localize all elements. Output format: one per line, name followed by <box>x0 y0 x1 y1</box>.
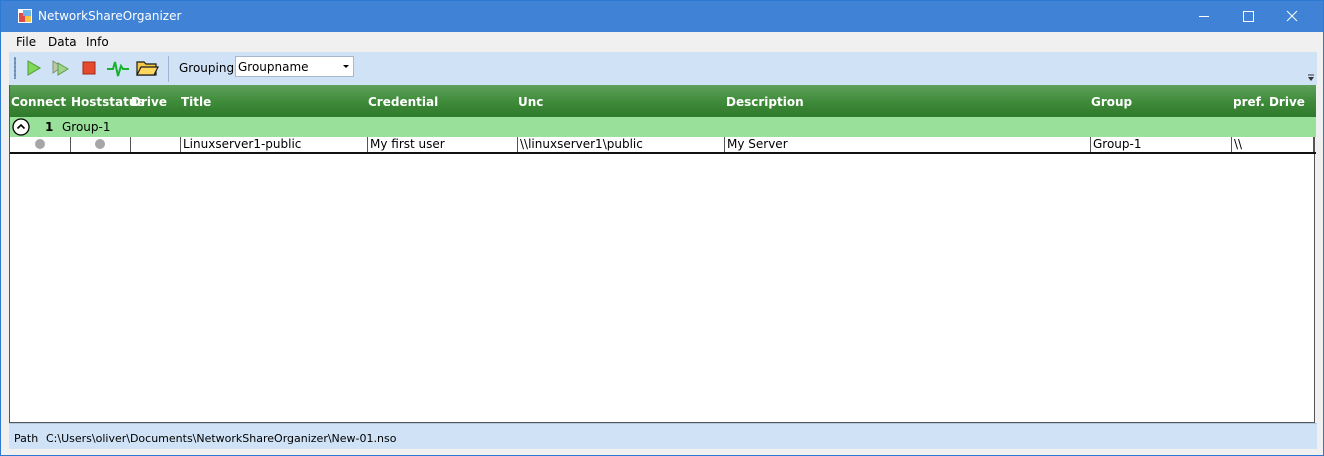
cell-credential[interactable]: My first user <box>368 137 518 152</box>
column-header-pref-drive[interactable]: pref. Drive <box>1233 95 1305 109</box>
menu-data[interactable]: Data <box>48 35 77 49</box>
toolbar: Grouping Groupname <box>9 52 1317 85</box>
column-header-connect[interactable]: Connect <box>11 95 66 109</box>
toolbar-overflow-icon[interactable] <box>1307 74 1315 82</box>
cell-group[interactable]: Group-1 <box>1091 137 1232 152</box>
app-window: NetworkShareOrganizer File Data Info Gro… <box>0 0 1324 456</box>
grouping-select[interactable]: Groupname <box>235 56 354 77</box>
cell-unc[interactable]: \\linuxserver1\public <box>518 137 725 152</box>
grouping-label: Grouping <box>179 61 235 75</box>
close-icon[interactable] <box>1269 1 1315 32</box>
column-header-description[interactable]: Description <box>726 95 804 109</box>
app-icon <box>18 9 32 23</box>
connections-grid: Connect Hoststatus Drive Title Credentia… <box>9 85 1316 423</box>
cell-drive[interactable] <box>131 137 181 152</box>
stop-icon[interactable] <box>77 57 101 79</box>
cell-hoststatus <box>71 137 131 152</box>
menu-bar: File Data Info <box>9 32 1317 52</box>
group-count: 1 <box>45 120 54 134</box>
status-bar: Path C:\Users\oliver\Documents\NetworkSh… <box>9 423 1317 449</box>
menu-file[interactable]: File <box>16 35 36 49</box>
table-row[interactable]: Linuxserver1-public My first user \\linu… <box>10 137 1316 154</box>
cell-title[interactable]: Linuxserver1-public <box>181 137 368 152</box>
toolbar-separator <box>168 56 169 82</box>
maximize-icon[interactable] <box>1225 1 1271 32</box>
collapse-icon[interactable] <box>12 118 30 136</box>
connect-status-dot <box>35 139 45 149</box>
column-header-credential[interactable]: Credential <box>368 95 438 109</box>
group-header-row[interactable]: 1 Group-1 <box>10 117 1316 137</box>
toolbar-grip[interactable] <box>14 57 16 79</box>
heartbeat-icon[interactable] <box>106 57 130 79</box>
cell-pref-drive[interactable]: \\ <box>1232 137 1314 152</box>
column-header-unc[interactable]: Unc <box>518 95 543 109</box>
group-name: Group-1 <box>62 120 111 134</box>
status-path-label: Path <box>14 432 39 445</box>
column-header-group[interactable]: Group <box>1091 95 1132 109</box>
cell-connect[interactable] <box>10 137 71 152</box>
grid-header: Connect Hoststatus Drive Title Credentia… <box>10 85 1316 117</box>
column-header-title[interactable]: Title <box>181 95 211 109</box>
menu-info[interactable]: Info <box>86 35 109 49</box>
play-icon[interactable] <box>22 57 46 79</box>
minimize-icon[interactable] <box>1181 1 1227 32</box>
folder-open-icon[interactable] <box>135 57 159 79</box>
column-header-drive[interactable]: Drive <box>131 95 167 109</box>
play-all-icon[interactable] <box>49 57 73 79</box>
window-title: NetworkShareOrganizer <box>38 9 182 23</box>
chevron-down-icon[interactable] <box>341 59 351 74</box>
cell-description[interactable]: My Server <box>725 137 1091 152</box>
grouping-select-value: Groupname <box>238 60 309 74</box>
title-bar[interactable]: NetworkShareOrganizer <box>1 1 1323 32</box>
status-path-value: C:\Users\oliver\Documents\NetworkShareOr… <box>46 432 397 445</box>
host-status-dot <box>95 139 105 149</box>
